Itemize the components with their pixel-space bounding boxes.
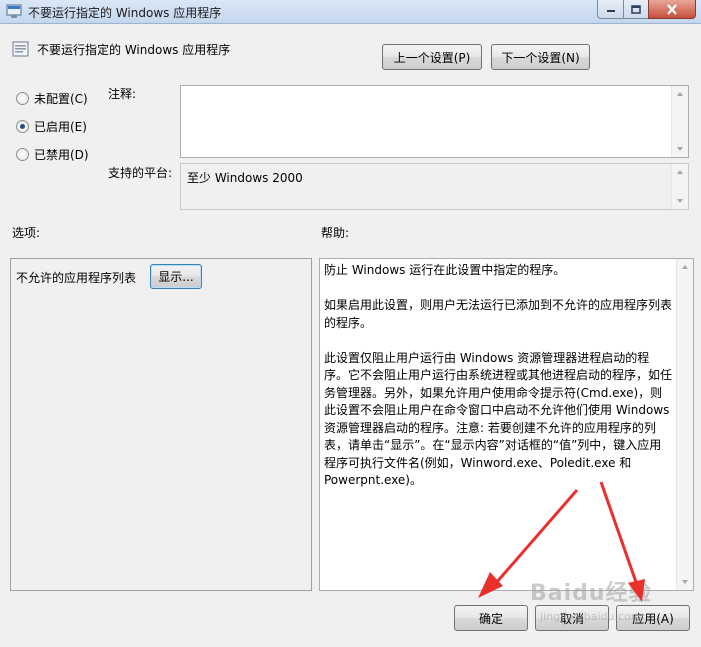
radio-not-configured-indicator[interactable] [16,92,29,105]
platform-value: 至少 Windows 2000 [187,171,303,185]
radio-disabled[interactable]: 已禁用(D) [16,146,89,163]
platform-scrollbar[interactable] [671,164,688,209]
options-panel: 不允许的应用程序列表 显示... [10,258,312,591]
title-bar: 不要运行指定的 Windows 应用程序 [0,0,701,24]
watermark-logo: Baidu经验 [530,581,652,606]
minimize-button[interactable] [597,0,624,19]
platform-box: 至少 Windows 2000 [180,163,689,210]
radio-disabled-indicator[interactable] [16,148,29,161]
options-label: 选项: [12,226,41,240]
help-panel: 防止 Windows 运行在此设置中指定的程序。 如果启用此设置，则用户无法运行… [319,258,694,591]
scroll-down-icon[interactable] [677,147,683,151]
scroll-down-icon[interactable] [682,580,688,584]
minimize-icon [606,10,615,12]
ok-button[interactable]: 确定 [454,605,528,631]
radio-disabled-label: 已禁用(D) [34,148,89,162]
next-setting-button[interactable]: 下一个设置(N) [491,44,590,70]
help-label: 帮助: [321,226,350,240]
platform-label: 支持的平台: [108,166,173,180]
window-title: 不要运行指定的 Windows 应用程序 [28,6,222,20]
policy-window-icon [6,4,22,18]
close-button[interactable] [648,0,696,19]
maximize-icon [631,4,641,14]
close-icon [667,3,677,15]
radio-enabled-indicator[interactable] [16,120,29,133]
disallowed-apps-label: 不允许的应用程序列表 [16,271,137,285]
help-scrollbar[interactable] [676,259,693,590]
maximize-button[interactable] [623,0,649,19]
comment-label: 注释: [108,87,137,101]
help-text: 防止 Windows 运行在此设置中指定的程序。 如果启用此设置，则用户无法运行… [324,263,673,487]
comment-textarea[interactable] [180,85,689,158]
scroll-up-icon[interactable] [677,170,683,174]
scroll-up-icon[interactable] [677,92,683,96]
policy-title: 不要运行指定的 Windows 应用程序 [37,43,231,57]
radio-enabled[interactable]: 已启用(E) [16,118,87,135]
radio-not-configured[interactable]: 未配置(C) [16,90,88,107]
scroll-up-icon[interactable] [682,265,688,269]
show-button[interactable]: 显示... [150,264,202,289]
comment-scrollbar[interactable] [671,86,688,157]
watermark-url: jingyan.baidu.com [540,610,642,623]
radio-enabled-label: 已启用(E) [34,120,87,134]
previous-setting-button[interactable]: 上一个设置(P) [382,44,482,70]
scroll-down-icon[interactable] [677,199,683,203]
policy-setting-icon [12,41,29,57]
radio-not-configured-label: 未配置(C) [34,92,88,106]
